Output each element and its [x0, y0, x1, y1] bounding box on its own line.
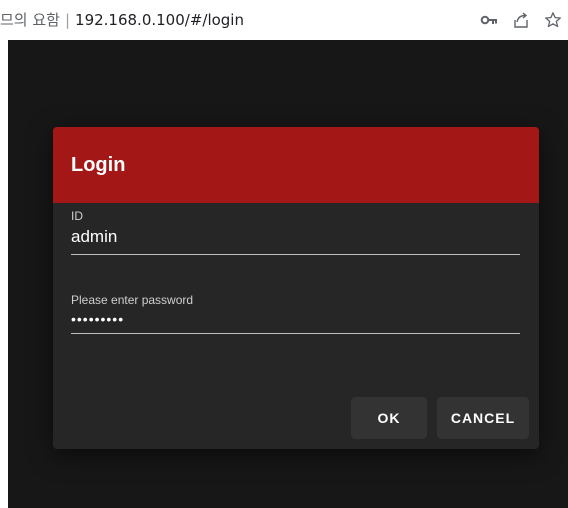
password-input[interactable]: •••••••••	[71, 311, 520, 327]
password-field[interactable]: Please enter password •••••••••	[71, 293, 520, 334]
password-label: Please enter password	[71, 293, 194, 307]
dialog-actions: OK CANCEL	[351, 397, 529, 439]
password-underline	[71, 333, 520, 334]
dialog-header: Login	[53, 127, 539, 203]
login-dialog: Login ID admin Please enter password •••…	[53, 127, 539, 449]
url-text[interactable]: 192.168.0.100/#/login	[75, 11, 244, 29]
dialog-title: Login	[71, 153, 126, 176]
id-label: ID	[71, 209, 83, 223]
id-underline	[71, 254, 520, 255]
address-text[interactable]: 므의 요함 | 192.168.0.100/#/login	[0, 9, 244, 31]
page-content: Login ID admin Please enter password •••…	[0, 40, 568, 508]
browser-address-bar: 므의 요함 | 192.168.0.100/#/login	[0, 0, 568, 40]
site-info-text: 므의 요함	[0, 11, 60, 29]
cancel-button[interactable]: CANCEL	[437, 397, 529, 439]
share-icon[interactable]	[512, 11, 530, 29]
ok-button[interactable]: OK	[351, 397, 427, 439]
id-input[interactable]: admin	[71, 226, 520, 248]
star-icon[interactable]	[544, 11, 562, 29]
id-field[interactable]: ID admin	[71, 209, 520, 255]
address-separator: |	[64, 11, 71, 29]
key-icon[interactable]	[480, 11, 498, 29]
address-bar-icons	[480, 10, 562, 30]
